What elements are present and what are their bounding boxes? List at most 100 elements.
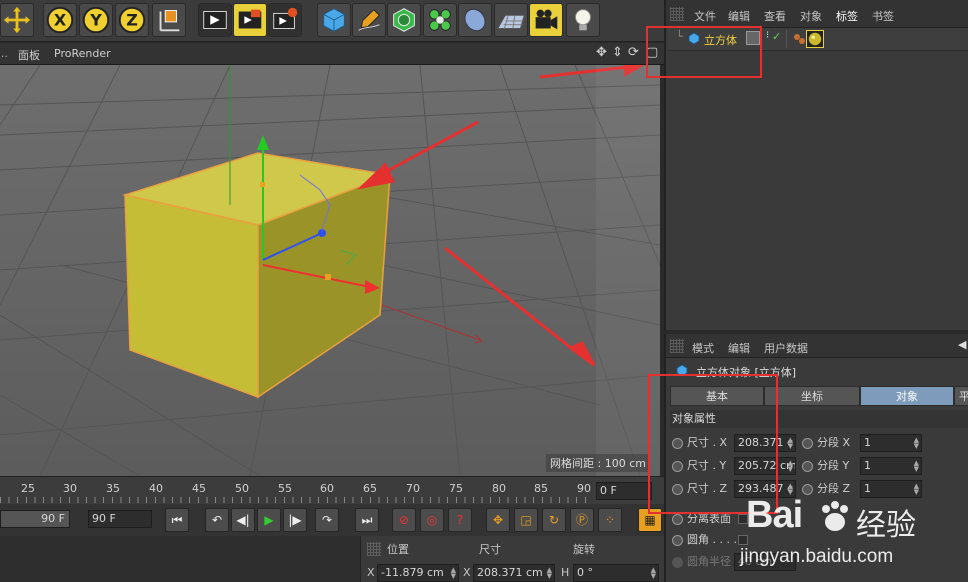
move-icon[interactable] [0,3,34,37]
separate-surfaces-radio[interactable] [672,513,683,525]
tick-label: 25 [21,482,35,495]
menu-edit[interactable]: 编辑 [728,8,750,24]
tick-label: 35 [106,482,120,495]
key-rotation-icon[interactable]: ↻ [542,508,566,532]
tick-label: 40 [149,482,163,495]
tick-label: 90 [577,482,591,495]
tick-label: 55 [278,482,292,495]
viewport-pan-icon[interactable]: ✥ [596,45,607,60]
seg-z-radio[interactable] [802,483,813,495]
seg-x-field[interactable]: 1 ▲ ▼ [860,434,922,452]
menu-bookmarks[interactable]: 书签 [872,8,894,24]
cloner-icon[interactable] [423,3,457,37]
viewport-rotate-icon[interactable]: ⟳ [628,45,639,60]
render-settings-icon[interactable] [268,3,302,37]
viewport-menu-bar: … 面板 ProRender ✥ ⇕ ⟳ ▢ [0,43,664,65]
current-frame-field[interactable]: 0 F [596,482,652,500]
svg-text:Y: Y [89,11,102,30]
render-view-icon[interactable] [198,3,232,37]
previous-frame-icon[interactable]: ◀| [231,508,255,532]
tick-label: 60 [320,482,334,495]
seg-y-field[interactable]: 1 ▲ ▼ [860,457,922,475]
svg-text:Z: Z [126,11,138,30]
coord-size-x-field[interactable]: 208.371 cm ▲ ▼ [473,564,555,582]
subdivision-icon[interactable] [387,3,421,37]
panel-grip-icon[interactable] [670,7,684,21]
rotation-header: 旋转 [573,543,595,556]
tab-object[interactable]: 对象 [860,386,954,406]
camera-icon[interactable] [529,3,563,37]
menu-user-data[interactable]: 用户数据 [764,340,808,356]
back-arrow-icon[interactable]: ◀ [958,338,966,351]
go-to-end-icon[interactable]: ⏭ [355,508,379,532]
pos-x-label: X [367,566,375,579]
menu-object[interactable]: 对象 [800,8,822,24]
perspective-viewport[interactable]: 网格间距 : 100 cm [0,65,660,476]
viewport-menu-panel[interactable]: 面板 [18,47,40,63]
menu-file[interactable]: 文件 [694,8,716,24]
go-to-start-icon[interactable]: ⏮ [165,508,189,532]
record-active-icon[interactable]: ⊘ [392,508,416,532]
tab-coordinates[interactable]: 坐标 [764,386,860,406]
light-icon[interactable] [566,3,600,37]
seg-y-radio[interactable] [802,460,813,472]
min-frame-slider[interactable]: 90 F [0,510,70,528]
viewport-menu-prorender[interactable]: ProRender [54,47,111,60]
playback-controls: 90 F 90 F ⏮ ↶ ◀| ▶ |▶ ↷ ⏭ ⊘ ◎ ? ✥ ◲ ↻ Ⓟ … [0,504,664,536]
tick-label: 70 [406,482,420,495]
timeline-ruler[interactable]: 25 30 35 40 45 50 55 60 65 70 75 80 85 9… [0,476,664,504]
z-axis-lock-icon[interactable]: Z [115,3,149,37]
previous-key-icon[interactable]: ↶ [205,508,229,532]
fillet-radio[interactable] [672,534,683,546]
y-axis-lock-icon[interactable]: Y [79,3,113,37]
deformer-icon[interactable] [458,3,492,37]
phong-tag-icon[interactable] [792,32,806,46]
visibility-dots-icon[interactable]: ⁝ [766,30,769,41]
panel-grip-icon[interactable] [367,542,381,556]
max-frame-field[interactable]: 90 F [88,510,152,528]
viewport-move-icon[interactable]: ⇕ [612,45,623,60]
cube-icon[interactable] [317,3,351,37]
coordinate-panel: 位置 尺寸 旋转 X -11.879 cm ▲ ▼ X 208.371 cm ▲ ▼ H… [360,536,664,582]
floor-icon[interactable] [494,3,528,37]
pen-icon[interactable] [352,3,386,37]
next-key-icon[interactable]: ↷ [315,508,339,532]
viewport-menu-cut: … [0,47,8,60]
x-axis-lock-icon[interactable]: X [43,3,77,37]
key-scale-icon[interactable]: ◲ [514,508,538,532]
fillet-radius-radio[interactable] [672,556,683,568]
seg-x-row: 分段 X [802,433,850,453]
rot-h-label: H [561,566,570,579]
key-pla-icon[interactable]: ⁘ [598,508,622,532]
column-divider [786,30,787,48]
render-picture-viewer-icon[interactable] [233,3,267,37]
key-position-icon[interactable]: ✥ [486,508,510,532]
tick-label: 80 [492,482,506,495]
pos-x-field[interactable]: -11.879 cm ▲ ▼ [377,564,459,582]
tab-phong[interactable]: 平 [954,386,968,406]
tick-label: 85 [534,482,548,495]
watermark-brand: Bai [746,494,803,536]
rot-h-field[interactable]: 0 ° ▲ ▼ [573,564,659,582]
object-manager-menu: 文件 编辑 查看 对象 标签 书签 [666,0,968,28]
auto-key-icon[interactable]: ◎ [420,508,444,532]
size-header: 尺寸 [479,543,501,556]
keyframe-selection-icon[interactable]: ? [448,508,472,532]
next-frame-icon[interactable]: |▶ [283,508,307,532]
seg-x-radio[interactable] [802,437,813,449]
baidu-watermark: Bai 经验 jingyan.baidu.com [740,494,960,578]
menu-tags[interactable]: 标签 [836,8,858,24]
material-tag-icon[interactable] [806,30,824,48]
fillet-row: 圆角 . . . . [672,530,737,550]
panel-grip-icon[interactable] [670,339,684,353]
size-x-label: X [463,566,471,579]
annotation-box-attributes [648,374,778,514]
key-parameter-icon[interactable]: Ⓟ [570,508,594,532]
menu-mode[interactable]: 模式 [692,340,714,356]
menu-edit[interactable]: 编辑 [728,340,750,356]
play-icon[interactable]: ▶ [257,508,281,532]
menu-view[interactable]: 查看 [764,8,786,24]
coordinate-system-icon[interactable] [152,3,186,37]
watermark-brand-cn: 经验 [856,508,916,543]
enabled-check-icon[interactable]: ✓ [772,30,781,43]
